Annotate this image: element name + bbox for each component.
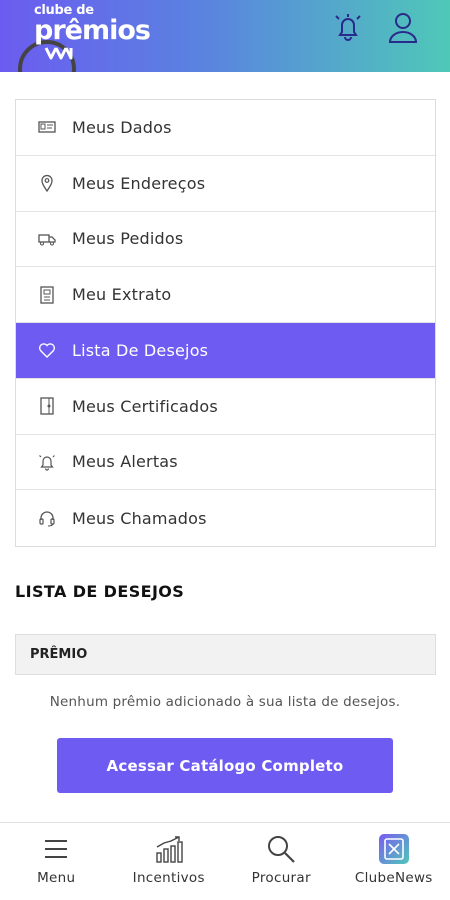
app-header: clube de prêmios — [0, 0, 450, 72]
page-title: LISTA DE DESEJOS — [15, 582, 185, 601]
clubenews-icon — [378, 833, 410, 865]
empty-state-message: Nenhum prêmio adicionado à sua lista de … — [49, 694, 401, 710]
menu-item-label: Meus Certificados — [72, 396, 218, 416]
location-pin-icon — [38, 174, 56, 193]
certificate-icon — [38, 397, 56, 415]
bell-icon[interactable] — [331, 10, 365, 44]
user-icon[interactable] — [386, 10, 420, 44]
headset-icon — [38, 509, 56, 527]
menu-item-label: Meus Alertas — [72, 452, 178, 472]
menu-item-lista-de-desejos[interactable]: Lista De Desejos — [16, 323, 435, 379]
menu-item-label: Meus Dados — [72, 117, 172, 137]
bell-icon — [38, 453, 56, 471]
nav-label: Incentivos — [132, 870, 205, 886]
id-card-icon — [38, 118, 56, 136]
menu-item-label: Meus Pedidos — [72, 229, 184, 249]
heart-icon — [38, 341, 56, 359]
menu-item-meus-enderecos[interactable]: Meus Endereços — [16, 156, 435, 212]
menu-item-meus-alertas[interactable]: Meus Alertas — [16, 435, 435, 491]
search-icon — [265, 833, 297, 865]
nav-label: ClubeNews — [354, 870, 433, 886]
nav-item-procurar[interactable]: Procurar — [225, 823, 338, 900]
menu-item-meus-chamados[interactable]: Meus Chamados — [16, 490, 435, 546]
statement-icon — [38, 285, 56, 304]
menu-item-meus-dados[interactable]: Meus Dados — [16, 100, 435, 156]
truck-icon — [38, 230, 56, 248]
nav-item-menu[interactable]: Menu — [0, 823, 113, 900]
full-catalog-button[interactable]: Acessar Catálogo Completo — [57, 738, 393, 793]
nav-item-clubenews[interactable]: ClubeNews — [338, 823, 450, 900]
nav-label: Procurar — [251, 870, 311, 886]
hamburger-menu-icon — [40, 833, 72, 865]
logo-line2: prêmios — [34, 15, 151, 46]
menu-item-label: Meu Extrato — [72, 285, 172, 305]
menu-item-label: Meus Endereços — [72, 173, 206, 193]
menu-item-meu-extrato[interactable]: Meu Extrato — [16, 267, 435, 323]
clube-de-premios-logo[interactable]: clube de prêmios — [34, 4, 151, 46]
account-menu: Meus Dados Meus Endereços Meus Pedidos M… — [15, 99, 436, 547]
menu-item-meus-certificados[interactable]: Meus Certificados — [16, 379, 435, 435]
menu-item-label: Lista De Desejos — [72, 340, 209, 360]
menu-item-label: Meus Chamados — [72, 508, 207, 528]
nav-item-incentivos[interactable]: Incentivos — [113, 823, 226, 900]
bottom-navigation: Menu Incentivos Procurar ClubeNews — [0, 822, 450, 900]
bar-chart-icon — [153, 833, 185, 865]
table-header-premio: PRÊMIO — [15, 634, 436, 675]
brand-mark-icon — [44, 47, 73, 60]
menu-item-meus-pedidos[interactable]: Meus Pedidos — [16, 212, 435, 268]
nav-label: Menu — [37, 870, 76, 886]
